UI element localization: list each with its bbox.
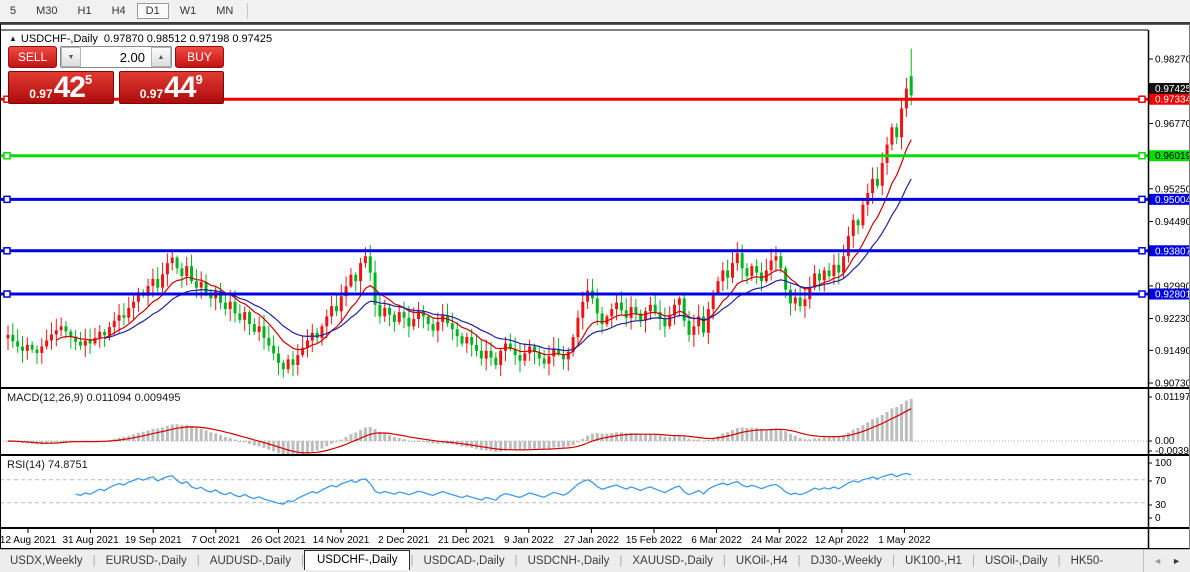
price-tick-label: 0.92230: [1155, 314, 1190, 325]
date-tick-label: 24 Mar 2022: [751, 535, 808, 546]
timeframe-toolbar: 5M30H1H4D1W1MN: [0, 0, 1190, 24]
ma-slow-line: [105, 179, 912, 351]
chart-tab-xauusd-daily[interactable]: XAUUSD-,Daily: [622, 552, 723, 570]
timeframe-button-d1[interactable]: D1: [137, 3, 169, 19]
date-tick-label: 12 Apr 2022: [815, 535, 869, 546]
rsi-scale-label: 100: [1155, 458, 1172, 469]
macd-scale-label: 0.011979: [1155, 392, 1190, 403]
chart-tab-usdcad-daily[interactable]: USDCAD-,Daily: [413, 552, 514, 570]
current-price-label: 0.97425: [1155, 84, 1190, 95]
macd-label: MACD(12,26,9) 0.011094 0.009495: [7, 392, 181, 404]
chart-tab-usoil-daily[interactable]: USOil-,Daily: [975, 552, 1058, 570]
level-line-handle[interactable]: [1139, 196, 1145, 202]
sell-price-prefix: 0.97: [29, 87, 52, 101]
timeframe-button-5[interactable]: 5: [1, 3, 25, 19]
tab-scroll-arrows: ◄►: [1143, 550, 1190, 572]
price-tick-label: 0.91490: [1155, 346, 1190, 357]
chart-title: ▲ USDCHF-,Daily 0.97870 0.98512 0.97198 0.…: [9, 33, 272, 45]
level-line-handle[interactable]: [1139, 291, 1145, 297]
tabs-scroll-left-icon[interactable]: ◄: [1148, 556, 1167, 566]
date-tick-label: 27 Jan 2022: [564, 535, 619, 546]
sell-price-sup: 5: [85, 74, 92, 86]
date-tick-label: 31 Aug 2021: [63, 535, 120, 546]
level-price-label: 0.96019: [1155, 151, 1190, 162]
volume-decrease-button[interactable]: ▼: [61, 47, 81, 67]
date-tick-label: 2 Dec 2021: [378, 535, 430, 546]
rsi-line: [76, 473, 912, 504]
level-price-label: 0.92801: [1155, 290, 1190, 301]
level-line-handle[interactable]: [4, 196, 10, 202]
toolbar-divider: [247, 3, 248, 19]
level-price-label: 0.93807: [1155, 246, 1190, 257]
buy-button[interactable]: BUY: [175, 46, 224, 68]
timeframe-button-mn[interactable]: MN: [207, 3, 242, 19]
buy-price-prefix: 0.97: [140, 87, 163, 101]
one-click-trading-panel: SELL ▼ 2.00 ▲ BUY 0.97 42 5 0.97 44 9: [8, 46, 224, 104]
price-scale: 0.982700.975100.967700.952500.944900.929…: [1148, 55, 1190, 525]
buy-price-button[interactable]: 0.97 44 9: [119, 71, 225, 104]
price-tick-label: 0.98270: [1155, 55, 1190, 66]
date-tick-label: 1 May 2022: [878, 535, 931, 546]
rsi-scale-label: 30: [1155, 500, 1167, 511]
level-line-handle[interactable]: [4, 248, 10, 254]
ma-fast-line: [56, 140, 911, 355]
date-tick-label: 19 Sep 2021: [125, 535, 182, 546]
mt4-usdchf-window: { "timeframe_bar": { "items": [ {"label"…: [0, 0, 1190, 572]
date-tick-label: 15 Feb 2022: [626, 535, 683, 546]
price-tick-label: 0.96770: [1155, 119, 1190, 130]
macd-value-signal: 0.009495: [135, 392, 181, 404]
level-line-handle[interactable]: [1139, 96, 1145, 102]
level-line-handle[interactable]: [4, 291, 10, 297]
collapse-panel-icon[interactable]: ▲: [9, 34, 17, 43]
timeframe-button-m30[interactable]: M30: [27, 3, 66, 19]
chart-tab-hk50-[interactable]: HK50-: [1061, 552, 1114, 570]
date-tick-label: 12 Aug 2021: [0, 535, 57, 546]
chart-tab-usdx-weekly[interactable]: USDX,Weekly: [0, 552, 93, 570]
chart-tab-ukoil-h4[interactable]: UKOil-,H4: [726, 552, 798, 570]
date-axis: 12 Aug 2021 31 Aug 2021 19 Sep 2021 7 Oct 2…: [0, 528, 931, 546]
buy-price-big: 44: [164, 74, 195, 101]
rsi-label: RSI(14) 74.8751: [7, 459, 88, 471]
chart-tab-audusd-daily[interactable]: AUDUSD-,Daily: [200, 552, 301, 570]
sell-button[interactable]: SELL: [8, 46, 57, 68]
timeframe-button-h4[interactable]: H4: [103, 3, 135, 19]
date-tick-label: 14 Nov 2021: [313, 535, 370, 546]
chart-tab-usdcnh-daily[interactable]: USDCNH-,Daily: [518, 552, 620, 570]
price-tick-label: 0.95250: [1155, 184, 1190, 195]
tabs-scroll-right-icon[interactable]: ►: [1167, 556, 1186, 566]
macd-name: MACD(12,26,9): [7, 392, 83, 404]
date-tick-label: 21 Dec 2021: [438, 535, 495, 546]
date-tick-label: 6 Mar 2022: [691, 535, 742, 546]
rsi-name: RSI(14): [7, 459, 45, 471]
level-price-label: 0.95004: [1155, 195, 1190, 206]
volume-input[interactable]: 2.00: [81, 47, 151, 67]
rsi-scale-label: 70: [1155, 476, 1167, 487]
macd-histogram: [7, 399, 913, 456]
date-tick-label: 7 Oct 2021: [191, 535, 240, 546]
timeframe-button-h1[interactable]: H1: [69, 3, 101, 19]
sell-price-big: 42: [54, 74, 85, 101]
level-line-handle[interactable]: [1139, 248, 1145, 254]
date-tick-label: 9 Jan 2022: [504, 535, 554, 546]
sell-price-button[interactable]: 0.97 42 5: [8, 71, 114, 104]
volume-stepper: ▼ 2.00 ▲: [60, 46, 172, 68]
volume-increase-button[interactable]: ▲: [151, 47, 171, 67]
timeframe-button-w1[interactable]: W1: [171, 3, 206, 19]
price-tick-label: 0.94490: [1155, 217, 1190, 228]
date-tick-label: 26 Oct 2021: [251, 535, 306, 546]
chart-ohlc-values: 0.97870 0.98512 0.97198 0.97425: [104, 33, 272, 45]
level-line-handle[interactable]: [4, 153, 10, 159]
chart-tab-eurusd-daily[interactable]: EURUSD-,Daily: [96, 552, 197, 570]
level-price-label: 0.97334: [1155, 95, 1190, 106]
chart-tabs-bar: USDX,Weekly|EURUSD-,Daily|AUDUSD-,Daily|…: [0, 549, 1190, 572]
chart-symbol-label: USDCHF-,Daily: [21, 33, 98, 45]
rsi-value: 74.8751: [48, 459, 88, 471]
chart-tab-usdchf-daily[interactable]: USDCHF-,Daily: [304, 550, 411, 570]
macd-value-main: 0.011094: [86, 392, 131, 404]
chart-tab-dj30-weekly[interactable]: DJ30-,Weekly: [801, 552, 892, 570]
level-line-handle[interactable]: [1139, 153, 1145, 159]
rsi-scale-label: 0: [1155, 513, 1161, 524]
buy-price-sup: 9: [196, 74, 203, 86]
chart-tab-uk100-h1[interactable]: UK100-,H1: [895, 552, 972, 570]
